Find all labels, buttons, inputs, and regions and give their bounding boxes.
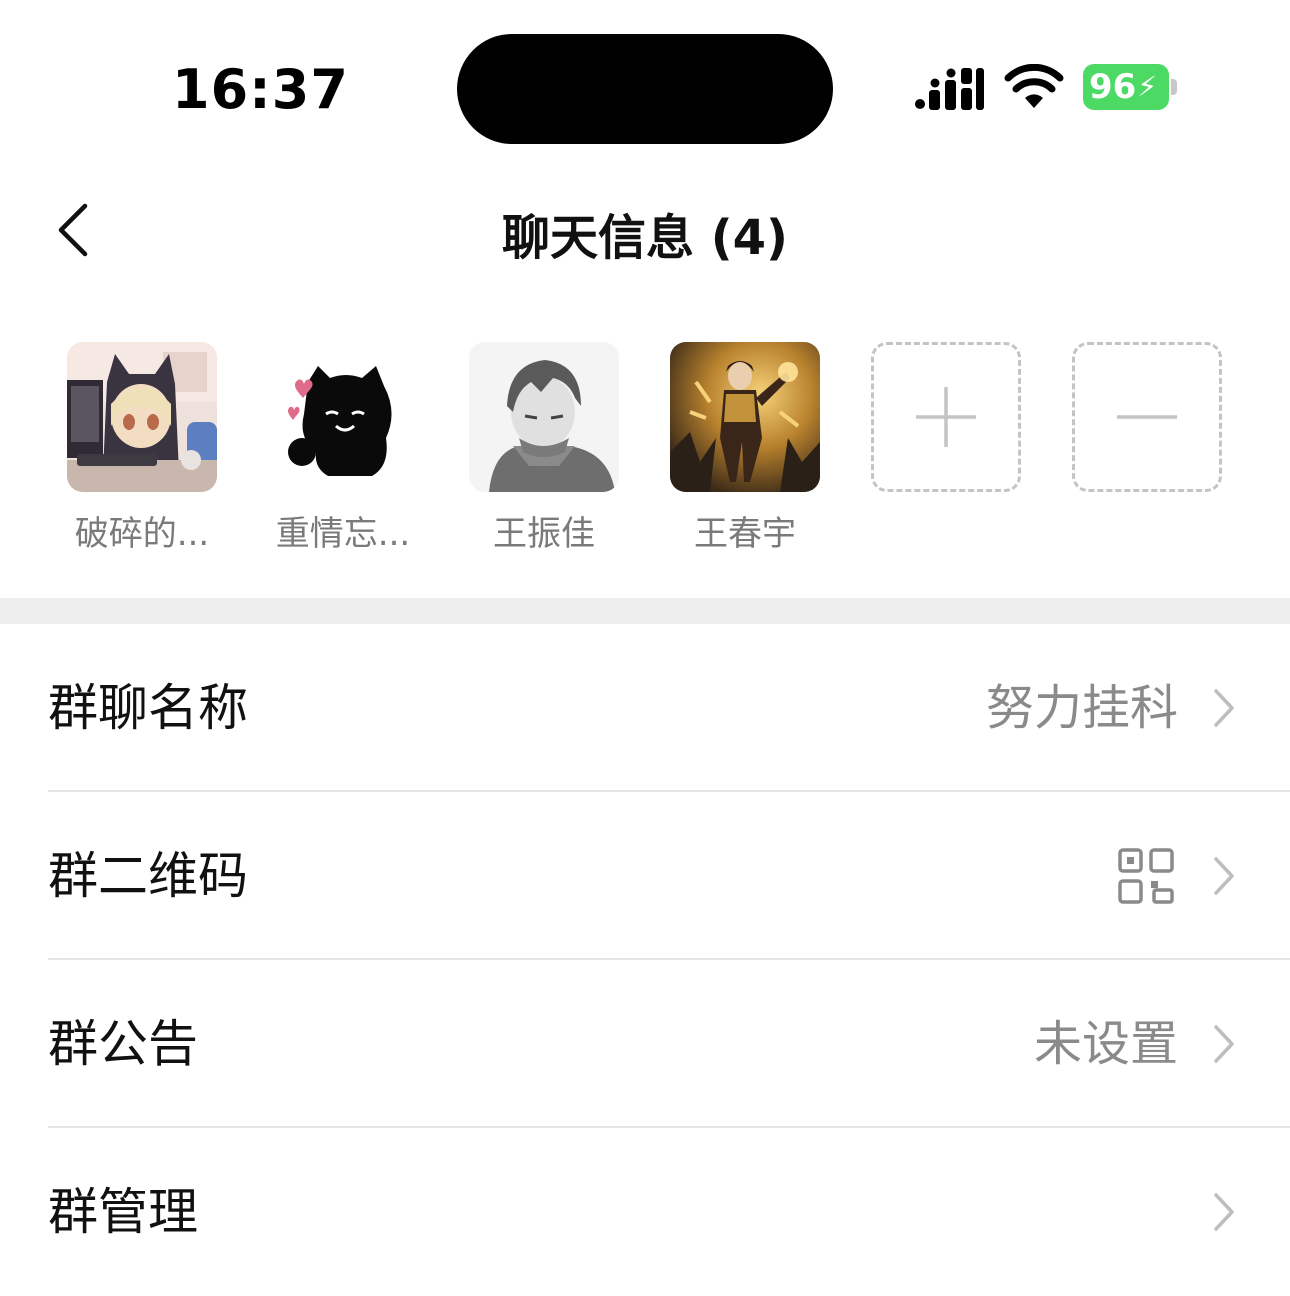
group-qr-code-row[interactable]: 群二维码 bbox=[0, 792, 1290, 960]
battery-cap bbox=[1171, 79, 1177, 95]
settings-list: 群聊名称 努力挂科 群二维码 群公告 未设置 群管理 bbox=[0, 624, 1290, 1296]
black-cat-silhouette-avatar bbox=[268, 342, 418, 492]
battery-charging-icon: 96 ⚡ bbox=[1083, 64, 1179, 110]
member-name: 王振佳 bbox=[493, 514, 595, 554]
nav-bar: 聊天信息 (4) bbox=[0, 170, 1290, 290]
cellular-signal-icon bbox=[915, 68, 984, 110]
member-item[interactable]: 王春宇 bbox=[670, 342, 820, 555]
announcement-value: 未设置 bbox=[1033, 1016, 1178, 1072]
golden-game-character-avatar bbox=[670, 342, 820, 492]
member-name: 王春宇 bbox=[694, 514, 796, 554]
setting-label: 群管理 bbox=[48, 1183, 198, 1241]
member-grid: 破碎的... 重情忘... 王振佳 王春宇 bbox=[0, 290, 1290, 598]
group-management-row[interactable]: 群管理 bbox=[0, 1128, 1290, 1296]
qr-code-icon bbox=[1118, 848, 1174, 904]
member-name: 重情忘... bbox=[275, 514, 411, 554]
dynamic-island bbox=[457, 34, 833, 144]
page-title: 聊天信息 (4) bbox=[502, 210, 788, 266]
status-bar: 16:37 96 ⚡ bbox=[0, 0, 1290, 170]
group-name-row[interactable]: 群聊名称 努力挂科 bbox=[0, 624, 1290, 792]
status-time: 16:37 bbox=[172, 58, 349, 121]
section-divider bbox=[0, 598, 1290, 624]
plus-icon bbox=[916, 387, 976, 447]
chevron-right-icon bbox=[1214, 857, 1234, 895]
setting-label: 群聊名称 bbox=[48, 679, 248, 737]
group-name-value: 努力挂科 bbox=[985, 680, 1178, 736]
setting-label: 群二维码 bbox=[48, 847, 248, 905]
anime-girl-cat-hood-avatar bbox=[67, 342, 217, 492]
setting-label: 群公告 bbox=[48, 1015, 198, 1073]
member-item[interactable]: 王振佳 bbox=[469, 342, 619, 555]
wifi-icon bbox=[1004, 64, 1064, 108]
chevron-right-icon bbox=[1214, 1193, 1234, 1231]
minus-icon bbox=[1117, 415, 1177, 419]
chevron-right-icon bbox=[1214, 689, 1234, 727]
grayscale-anime-boy-avatar bbox=[469, 342, 619, 492]
member-name: 破碎的... bbox=[74, 514, 210, 554]
battery-level: 96 ⚡ bbox=[1083, 64, 1169, 110]
chevron-right-icon bbox=[1214, 1025, 1234, 1063]
member-item[interactable]: 重情忘... bbox=[268, 342, 418, 555]
group-announcement-row[interactable]: 群公告 未设置 bbox=[0, 960, 1290, 1128]
member-item[interactable]: 破碎的... bbox=[67, 342, 217, 555]
remove-member-button[interactable] bbox=[1072, 342, 1222, 492]
add-member-button[interactable] bbox=[871, 342, 1021, 492]
charging-bolt-icon: ⚡ bbox=[1137, 70, 1157, 103]
